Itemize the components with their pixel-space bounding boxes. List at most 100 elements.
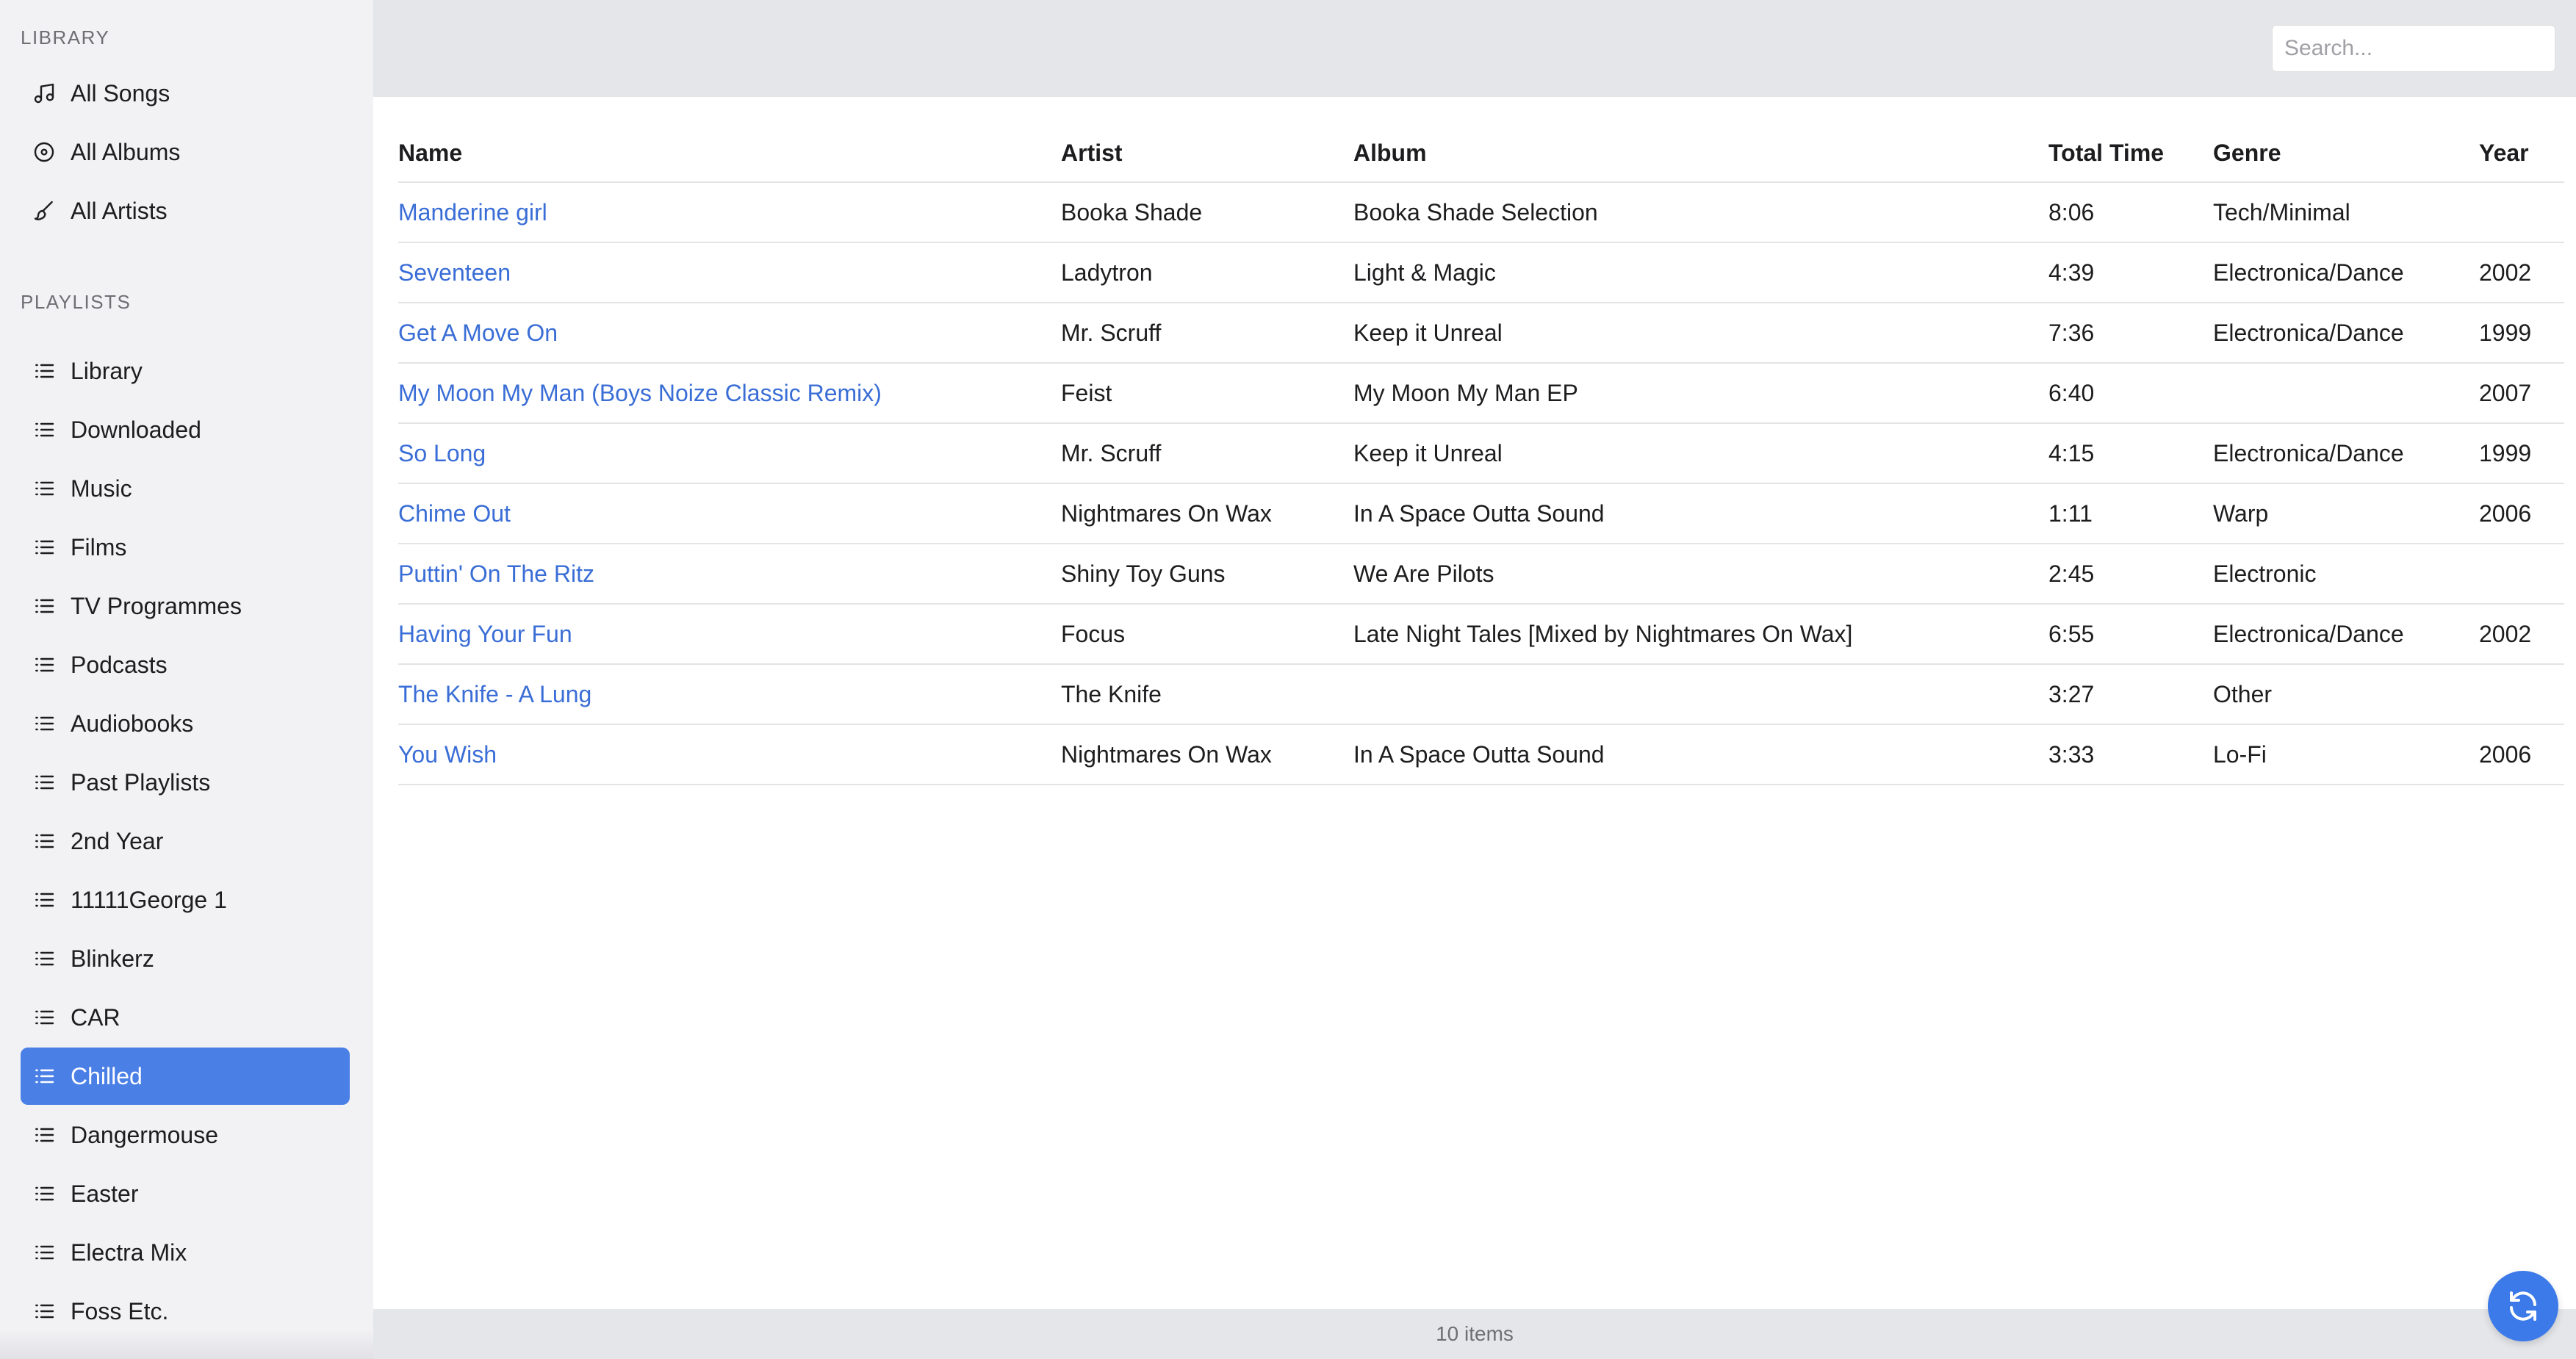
cell-genre: Tech/Minimal — [2213, 182, 2479, 243]
sidebar-item-playlist[interactable]: Podcasts — [21, 636, 350, 693]
cell-name: The Knife - A Lung — [398, 664, 1061, 725]
sidebar-item-all-songs[interactable]: All Songs — [21, 65, 350, 122]
cell-year: 1999 — [2479, 303, 2564, 364]
sidebar-item-label: 2nd Year — [71, 827, 164, 854]
sidebar-item-playlist[interactable]: 2nd Year — [21, 812, 350, 870]
sidebar-item-playlist[interactable]: Blinkerz — [21, 930, 350, 987]
cell-genre: Electronica/Dance — [2213, 303, 2479, 364]
cell-album: Late Night Tales [Mixed by Nightmares On… — [1353, 604, 2048, 665]
list-icon — [32, 653, 56, 677]
sidebar-item-label: CAR — [71, 1003, 120, 1031]
table-row[interactable]: Get A Move On Mr. Scruff Keep it Unreal 7:3… — [398, 303, 2564, 364]
song-link[interactable]: Seventeen — [398, 259, 511, 286]
list-icon — [32, 1123, 56, 1147]
column-header-year[interactable]: Year — [2479, 125, 2564, 183]
list-icon — [32, 536, 56, 559]
list-icon — [32, 947, 56, 970]
song-link[interactable]: So Long — [398, 440, 486, 466]
column-header-album[interactable]: Album — [1353, 125, 2048, 183]
table-row[interactable]: Having Your Fun Focus Late Night Tales [Mi… — [398, 604, 2564, 665]
song-link[interactable]: Get A Move On — [398, 320, 558, 346]
cell-name: Puttin' On The Ritz — [398, 544, 1061, 605]
refresh-button[interactable] — [2488, 1271, 2558, 1341]
search-input[interactable] — [2272, 25, 2555, 72]
cell-album: Keep it Unreal — [1353, 423, 2048, 484]
sidebar-item-label: TV Programmes — [71, 592, 242, 619]
sidebar-item-playlist[interactable]: Easter — [21, 1165, 350, 1222]
sidebar-item-playlist[interactable]: TV Programmes — [21, 577, 350, 635]
sidebar-item-playlist[interactable]: Chilled — [21, 1048, 350, 1105]
table-row[interactable]: Manderine girl Booka Shade Booka Shade Sel… — [398, 182, 2564, 243]
cell-name: So Long — [398, 423, 1061, 484]
sidebar-item-playlist[interactable]: Electra Mix — [21, 1224, 350, 1281]
cell-total-time: 8:06 — [2048, 182, 2213, 243]
item-count: 10 items — [1436, 1322, 1514, 1345]
table-row[interactable]: You Wish Nightmares On Wax In A Space Outt… — [398, 724, 2564, 785]
cell-artist: Nightmares On Wax — [1061, 483, 1353, 544]
list-icon — [32, 359, 56, 383]
cell-genre: Other — [2213, 664, 2479, 725]
song-link[interactable]: My Moon My Man (Boys Noize Classic Remix… — [398, 380, 882, 406]
sidebar-item-playlist[interactable]: CAR — [21, 989, 350, 1046]
sidebar-item-playlist[interactable]: Films — [21, 519, 350, 576]
table-row[interactable]: My Moon My Man (Boys Noize Classic Remix… — [398, 363, 2564, 424]
sidebar-item-label: Library — [71, 357, 143, 384]
playlists-heading: PLAYLISTS — [21, 291, 132, 313]
column-header-genre[interactable]: Genre — [2213, 125, 2479, 183]
cell-genre: Electronic — [2213, 544, 2479, 605]
table-row[interactable]: The Knife - A Lung The Knife 3:27 Other — [398, 664, 2564, 725]
cell-total-time: 2:45 — [2048, 544, 2213, 605]
song-link[interactable]: Puttin' On The Ritz — [398, 560, 594, 587]
sidebar-item-label: Downloaded — [71, 416, 201, 443]
sidebar-item-label: Foss Etc. — [71, 1297, 169, 1324]
cell-genre: Electronica/Dance — [2213, 604, 2479, 665]
song-link[interactable]: Chime Out — [398, 500, 511, 527]
table-row[interactable]: Chime Out Nightmares On Wax In A Space Out… — [398, 483, 2564, 544]
table-row[interactable]: Puttin' On The Ritz Shiny Toy Guns We Are … — [398, 544, 2564, 605]
cell-artist: Mr. Scruff — [1061, 423, 1353, 484]
list-icon — [32, 829, 56, 853]
sidebar-item-playlist[interactable]: Audiobooks — [21, 695, 350, 752]
cell-album: Keep it Unreal — [1353, 303, 2048, 364]
song-link[interactable]: You Wish — [398, 741, 497, 768]
cell-year: 2006 — [2479, 724, 2564, 785]
cell-artist: Shiny Toy Guns — [1061, 544, 1353, 605]
table-row[interactable]: So Long Mr. Scruff Keep it Unreal 4:15 Elect… — [398, 423, 2564, 484]
table-header-row: Name Artist Album Total Time Genre Year — [398, 125, 2564, 183]
list-icon — [32, 1182, 56, 1205]
cell-genre: Electronica/Dance — [2213, 423, 2479, 484]
song-link[interactable]: Manderine girl — [398, 199, 547, 226]
sidebar-item-label: Music — [71, 475, 132, 502]
cell-genre: Lo-Fi — [2213, 724, 2479, 785]
column-header-artist[interactable]: Artist — [1061, 125, 1353, 183]
cell-total-time: 6:55 — [2048, 604, 2213, 665]
sidebar-item-playlist[interactable]: 11111George 1 — [21, 871, 350, 929]
cell-genre: Warp — [2213, 483, 2479, 544]
sidebar-item-playlist[interactable]: Dangermouse — [21, 1106, 350, 1164]
song-link[interactable]: Having Your Fun — [398, 621, 572, 647]
cell-total-time: 6:40 — [2048, 363, 2213, 424]
songs-table: Name Artist Album Total Time Genre Year … — [398, 125, 2564, 785]
sidebar-item-all-artists[interactable]: All Artists — [21, 182, 350, 239]
sidebar-item-label: Electra Mix — [71, 1239, 187, 1266]
sidebar-item-playlist[interactable]: Downloaded — [21, 401, 350, 458]
sidebar-item-label: Easter — [71, 1180, 139, 1207]
song-link[interactable]: The Knife - A Lung — [398, 681, 591, 707]
list-icon — [32, 1064, 56, 1088]
sidebar-item-playlist[interactable]: Music — [21, 460, 350, 517]
column-header-total-time[interactable]: Total Time — [2048, 125, 2213, 183]
song-list: Name Artist Album Total Time Genre Year … — [373, 97, 2576, 1309]
table-row[interactable]: Seventeen Ladytron Light & Magic 4:39 Electr… — [398, 242, 2564, 303]
sidebar-item-all-albums[interactable]: All Albums — [21, 123, 350, 181]
list-icon — [32, 477, 56, 500]
cell-album: We Are Pilots — [1353, 544, 2048, 605]
sidebar-item-label: All Songs — [71, 79, 170, 107]
list-icon — [32, 1299, 56, 1323]
sidebar-item-playlist[interactable]: Past Playlists — [21, 754, 350, 811]
cell-name: My Moon My Man (Boys Noize Classic Remix… — [398, 363, 1061, 424]
cell-total-time: 7:36 — [2048, 303, 2213, 364]
sidebar-item-playlist[interactable]: Library — [21, 342, 350, 400]
cell-total-time: 3:33 — [2048, 724, 2213, 785]
cell-total-time: 1:11 — [2048, 483, 2213, 544]
column-header-name[interactable]: Name — [398, 125, 1061, 183]
